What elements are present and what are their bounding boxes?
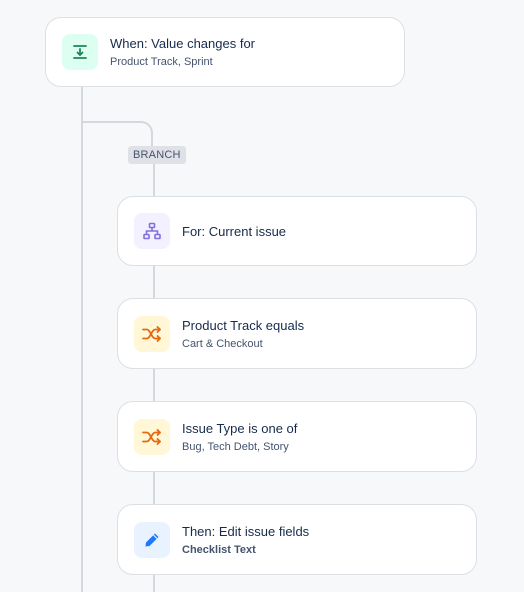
pencil-edit-icon xyxy=(145,533,159,546)
condition-card-issue-type[interactable]: Issue Type is one of Bug, Tech Debt, Sto… xyxy=(117,401,477,472)
main-connector-line xyxy=(81,86,83,592)
trigger-subtitle: Product Track, Sprint xyxy=(110,56,213,68)
condition-title: Product Track equals xyxy=(182,317,305,333)
branch-hierarchy-icon xyxy=(143,222,161,240)
action-card-edit-issue[interactable]: Then: Edit issue fields Checklist Text xyxy=(117,504,477,575)
field-value-changed-icon xyxy=(73,45,87,59)
trigger-card[interactable]: When: Value changes for Product Track, S… xyxy=(45,17,405,87)
branch-icon-box xyxy=(134,213,170,249)
condition-icon-box xyxy=(134,418,170,455)
branch-for-title: For: Current issue xyxy=(182,223,287,239)
branch-for-card[interactable]: For: Current issue xyxy=(117,196,477,266)
condition-icon-box xyxy=(134,315,170,352)
action-subtitle: Checklist Text xyxy=(182,543,256,556)
action-icon-box xyxy=(134,521,170,558)
branch-label: BRANCH xyxy=(128,146,186,164)
condition-subtitle: Bug, Tech Debt, Story xyxy=(182,440,289,453)
shuffle-condition-icon xyxy=(142,428,161,445)
trigger-icon-box xyxy=(62,34,98,70)
action-title: Then: Edit issue fields xyxy=(182,523,310,539)
condition-card-product-track[interactable]: Product Track equals Cart & Checkout xyxy=(117,298,477,369)
condition-subtitle: Cart & Checkout xyxy=(182,337,263,350)
condition-title: Issue Type is one of xyxy=(182,420,298,436)
trigger-title: When: Value changes for xyxy=(110,36,256,51)
shuffle-condition-icon xyxy=(142,325,161,342)
